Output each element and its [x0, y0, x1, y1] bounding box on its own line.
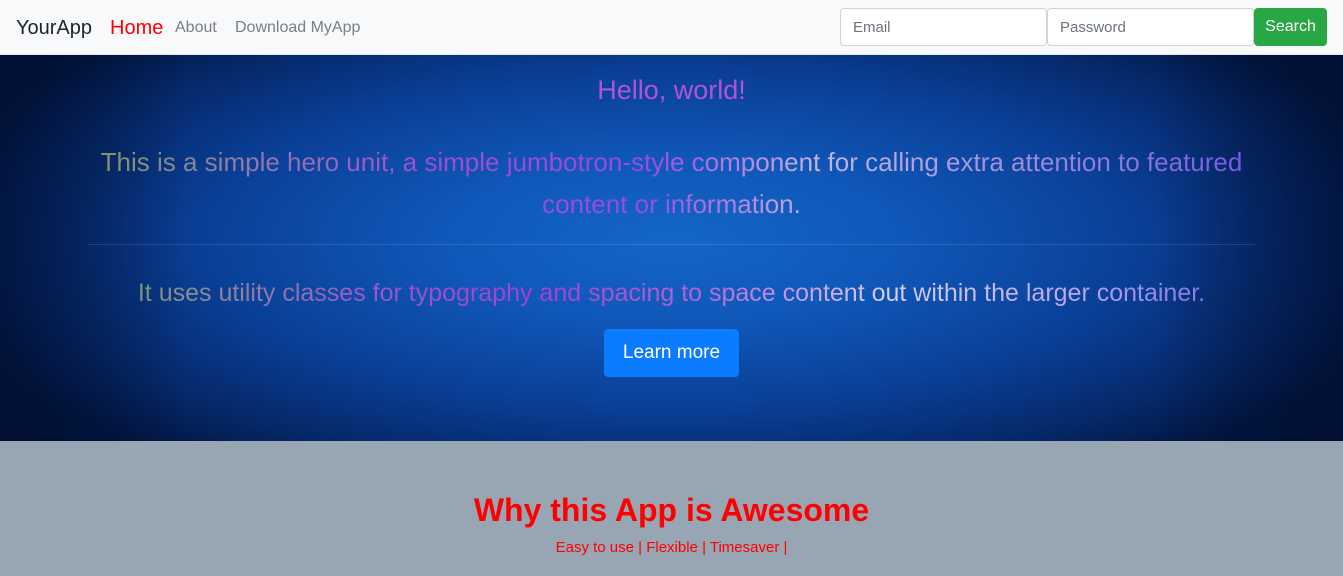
nav-link-about[interactable]: About — [175, 18, 217, 38]
hero-title: Hello, world! — [597, 75, 746, 105]
email-input[interactable] — [840, 8, 1047, 46]
nav-link-home[interactable]: Home — [110, 15, 163, 41]
learn-more-button[interactable]: Learn more — [604, 329, 739, 377]
features-title: Why this App is Awesome — [473, 492, 870, 528]
features-list: Easy to use | Flexible | Timesaver | — [555, 539, 788, 556]
features-section: Why this App is Awesome Easy to use | Fl… — [0, 441, 1343, 576]
password-input[interactable] — [1047, 8, 1254, 46]
search-button[interactable]: Search — [1254, 8, 1327, 46]
nav-link-download[interactable]: Download MyApp — [235, 18, 360, 38]
hero-text: It uses utility classes for typography a… — [0, 277, 1343, 309]
hero-divider — [88, 244, 1255, 245]
navbar: YourApp Home About Download MyApp Search — [0, 0, 1343, 55]
brand-link[interactable]: YourApp — [16, 15, 92, 41]
hero-jumbotron: Hello, world! This is a simple hero unit… — [0, 55, 1343, 441]
hero-lead: This is a simple hero unit, a simple jum… — [70, 141, 1273, 225]
